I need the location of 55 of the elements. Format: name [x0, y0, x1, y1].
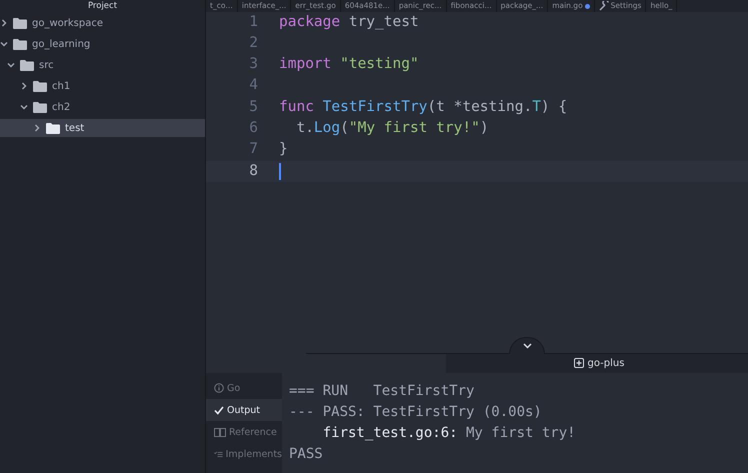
output-line: --- PASS: TestFirstTry (0.00s)	[289, 403, 543, 422]
folder-icon	[20, 60, 34, 70]
plus-square-icon	[574, 358, 584, 368]
line-number: 8	[248, 162, 258, 181]
check-icon	[214, 406, 224, 414]
tree-label: ch2	[52, 102, 70, 112]
code-line: func TestFirstTry(t *testing.T) {	[279, 98, 568, 117]
chevron-icon	[522, 342, 532, 349]
tree-label: go_workspace	[32, 18, 104, 28]
tree-item[interactable]: go_learning	[0, 35, 205, 53]
panel-tab[interactable]: Reference	[206, 421, 282, 443]
output-line: PASS	[289, 445, 324, 464]
panel-tab[interactable]: Implements	[206, 443, 282, 465]
line-number: 7	[248, 140, 258, 160]
tree-item[interactable]: go_workspace	[0, 14, 205, 32]
panel-tab[interactable]: Output	[206, 399, 282, 421]
line-number: 6	[248, 119, 258, 138]
collapse-button[interactable]	[509, 336, 545, 354]
line-number: 3	[248, 55, 258, 74]
tree-item[interactable]: test	[0, 119, 205, 137]
chevron-icon	[0, 19, 8, 27]
book-icon	[214, 428, 226, 436]
folder-icon	[33, 102, 47, 112]
folder-icon	[13, 38, 27, 50]
chevron-icon	[0, 40, 8, 48]
line-number: 5	[248, 98, 258, 117]
panel-title: go-plus	[588, 358, 624, 369]
line-number: 1	[248, 12, 258, 32]
folder-icon	[46, 122, 60, 134]
tree-label: src	[39, 60, 54, 70]
text-cursor	[279, 162, 281, 180]
tree-label: test	[65, 122, 84, 134]
list-icon	[214, 450, 223, 458]
code-line: package try_test	[279, 12, 419, 32]
code-line: t.Log("My first try!")	[295, 119, 489, 138]
chevron-icon	[33, 124, 41, 132]
line-number: 4	[248, 76, 258, 96]
folder-icon	[33, 80, 47, 92]
tree-item[interactable]: ch1	[0, 77, 205, 95]
line-number: 2	[248, 34, 258, 53]
info-icon	[214, 383, 224, 393]
chevron-icon	[7, 61, 15, 69]
output-line: === RUN TestFirstTry	[289, 382, 476, 401]
tree-label: go_learning	[32, 38, 90, 50]
output-line: first_test.go:6: My first try!	[322, 424, 577, 443]
code-line: }	[279, 140, 288, 160]
tree-item[interactable]: ch2	[0, 98, 205, 116]
folder-icon	[13, 18, 27, 28]
panel-tab[interactable]: Go	[206, 377, 282, 399]
chevron-icon	[20, 82, 28, 90]
panel-title: Project	[86, 0, 118, 12]
tree-label: ch1	[52, 80, 70, 92]
code-line: import "testing"	[279, 55, 419, 74]
chevron-icon	[20, 103, 28, 111]
tree-item[interactable]: src	[0, 56, 205, 74]
